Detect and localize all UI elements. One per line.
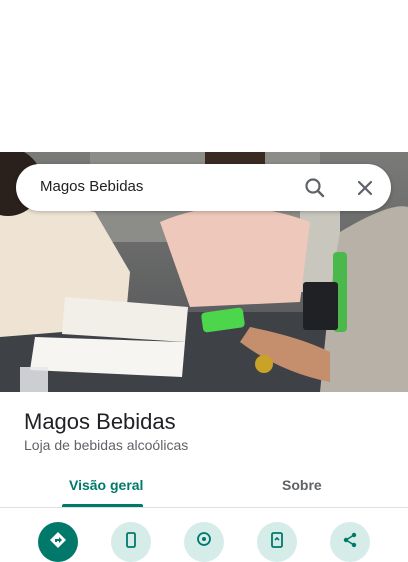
place-category: Loja de bebidas alcoólicas	[24, 437, 189, 453]
search-icon[interactable]	[301, 174, 329, 202]
directions-button[interactable]	[38, 522, 78, 562]
send-to-phone-button[interactable]	[257, 522, 297, 562]
tab-about[interactable]: Sobre	[282, 477, 322, 493]
tabs-divider	[0, 507, 408, 508]
call-button[interactable]	[111, 522, 151, 562]
location-icon	[197, 532, 211, 546]
search-input[interactable]: Magos Bebidas	[40, 178, 143, 195]
tab-overview[interactable]: Visão geral	[69, 477, 143, 493]
phone-icon	[126, 532, 136, 548]
directions-icon	[50, 532, 66, 548]
search-bar[interactable]: Magos Bebidas	[16, 164, 391, 211]
share-icon	[343, 532, 357, 548]
place-title: Magos Bebidas	[24, 409, 176, 434]
share-button[interactable]	[330, 522, 370, 562]
map-blank-area	[0, 0, 408, 152]
send-to-phone-icon	[271, 532, 283, 548]
close-icon[interactable]	[351, 174, 379, 202]
nearby-button[interactable]	[184, 522, 224, 562]
